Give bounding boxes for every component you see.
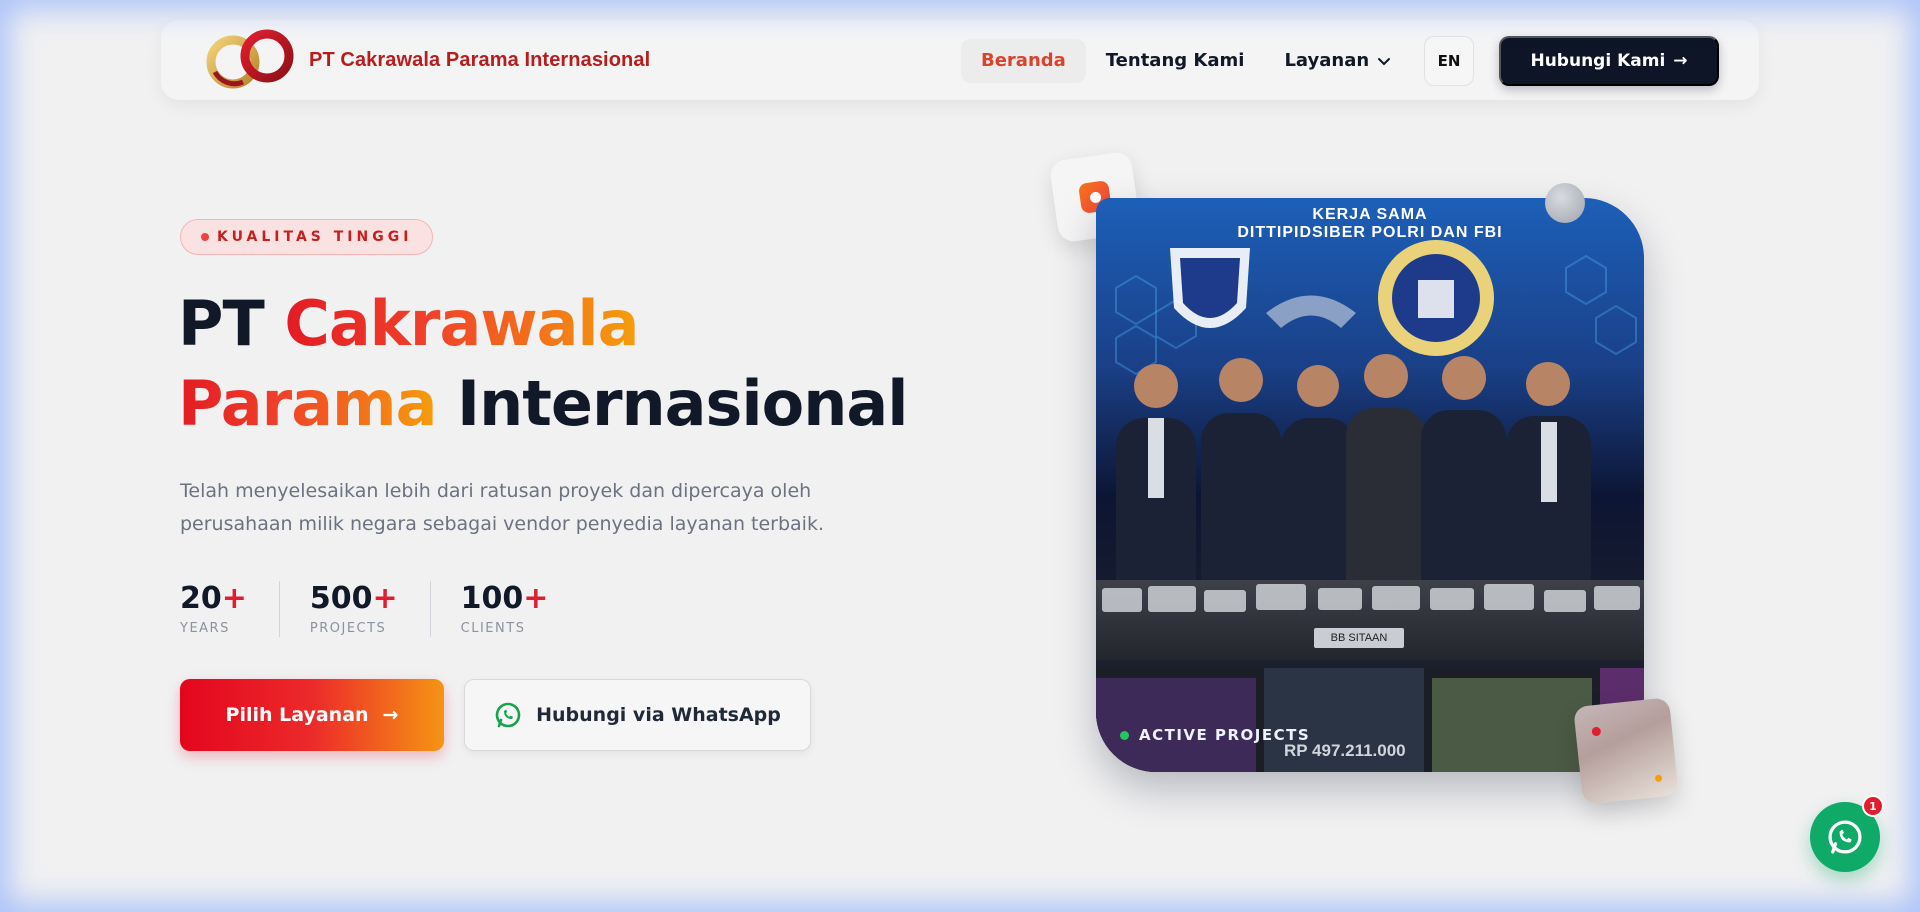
hero-photo: KERJA SAMA DITTIPIDSIBER POLRI DAN FBI B… — [1096, 198, 1644, 772]
main-nav: Beranda Tentang Kami Layanan — [961, 39, 1411, 83]
badge-dot — [201, 233, 209, 241]
brand-link[interactable]: PT Cakrawala Parama Internasional — [203, 28, 650, 92]
hero-title-cakrawala: Cakrawala — [284, 287, 639, 360]
choose-service-label: Pilih Layanan — [225, 704, 369, 726]
stat-label: CLIENTS — [460, 621, 526, 636]
active-projects-label: ACTIVE PROJECTS — [1120, 726, 1310, 744]
notification-badge: 1 — [1862, 795, 1884, 817]
hero-title-parama: Parama — [178, 367, 437, 440]
status-dot — [1120, 730, 1129, 740]
brand-logo-icon — [206, 29, 294, 89]
whatsapp-contact-label: Hubungi via WhatsApp — [536, 704, 781, 726]
police-emblem — [1170, 248, 1250, 328]
floating-decor-card — [1573, 697, 1679, 805]
stat-label: PROJECTS — [309, 621, 387, 636]
stat-projects: 500+ PROJECTS — [310, 581, 431, 637]
decor-dot-red — [1591, 726, 1602, 737]
stat-label: YEARS — [180, 621, 230, 636]
decor-dot-orange — [1654, 774, 1663, 783]
hero-title: PT Cakrawala Parama Internasional — [178, 284, 908, 444]
decorative-orb — [1545, 183, 1585, 223]
choose-service-button[interactable]: Pilih Layanan → — [180, 679, 444, 751]
language-switch-button[interactable]: EN — [1424, 36, 1474, 86]
nav-item-beranda[interactable]: Beranda — [961, 39, 1086, 83]
hero-description: Telah menyelesaikan lebih dari ratusan p… — [180, 480, 824, 535]
stat-value: 20+ — [180, 581, 247, 616]
badge-text: KUALITAS TINGGI — [217, 229, 413, 245]
screen-heading-2: DITTIPIDSIBER POLRI DAN FBI — [1237, 224, 1503, 241]
arrow-right-icon: → — [1673, 51, 1688, 71]
arrow-right-icon: → — [382, 704, 399, 726]
quality-badge: KUALITAS TINGGI — [180, 219, 434, 255]
hero-title-internasional: Internasional — [436, 367, 908, 440]
hero-title-pt: PT — [178, 287, 285, 360]
stat-value: 500+ — [309, 581, 398, 616]
whatsapp-icon — [1828, 820, 1862, 854]
nav-item-tentang-kami[interactable]: Tentang Kami — [1086, 39, 1265, 83]
contact-us-label: Hubungi Kami — [1530, 51, 1666, 71]
chevron-down-icon — [1378, 58, 1391, 66]
stat-years: 20+ YEARS — [180, 581, 280, 637]
project-value: RP 497.211.000 — [1284, 741, 1406, 760]
whatsapp-icon — [495, 702, 521, 728]
whatsapp-contact-button[interactable]: Hubungi via WhatsApp — [464, 679, 811, 751]
evidence-table — [1096, 580, 1644, 660]
evidence-sign: BB SITAAN — [1314, 628, 1404, 648]
brand-name: PT Cakrawala Parama Internasional — [309, 48, 651, 71]
nav-item-layanan[interactable]: Layanan — [1264, 39, 1411, 83]
nav-item-layanan-label: Layanan — [1284, 50, 1370, 71]
contact-us-button[interactable]: Hubungi Kami → — [1499, 36, 1719, 86]
navbar: PT Cakrawala Parama Internasional Berand… — [161, 20, 1759, 100]
stat-clients: 100+ CLIENTS — [461, 581, 581, 637]
stats-row: 20+ YEARS 500+ PROJECTS 100+ CLIENTS — [180, 581, 610, 637]
stat-value: 100+ — [460, 581, 549, 616]
